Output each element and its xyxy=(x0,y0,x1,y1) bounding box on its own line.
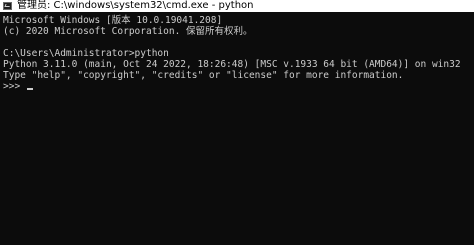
cmd-icon xyxy=(3,2,12,10)
console-line: C:\Users\Administrator>python xyxy=(3,48,169,59)
console-line: Type "help", "copyright", "credits" or "… xyxy=(3,70,404,81)
console-line: Python 3.11.0 (main, Oct 24 2022, 18:26:… xyxy=(3,59,461,70)
console-line: Microsoft Windows [版本 10.0.19041.208] xyxy=(3,15,223,26)
window-title: 管理员: C:\windows\system32\cmd.exe - pytho… xyxy=(17,0,254,11)
text-cursor xyxy=(26,88,33,90)
console-area[interactable]: Microsoft Windows [版本 10.0.19041.208] (c… xyxy=(0,12,474,245)
prompt-line[interactable]: >>> xyxy=(3,81,474,92)
cmd-window: 管理员: C:\windows\system32\cmd.exe - pytho… xyxy=(0,0,474,245)
python-prompt: >>> xyxy=(3,81,26,92)
console-line: (c) 2020 Microsoft Corporation. 保留所有权利。 xyxy=(3,26,253,37)
title-bar[interactable]: 管理员: C:\windows\system32\cmd.exe - pytho… xyxy=(0,0,474,12)
